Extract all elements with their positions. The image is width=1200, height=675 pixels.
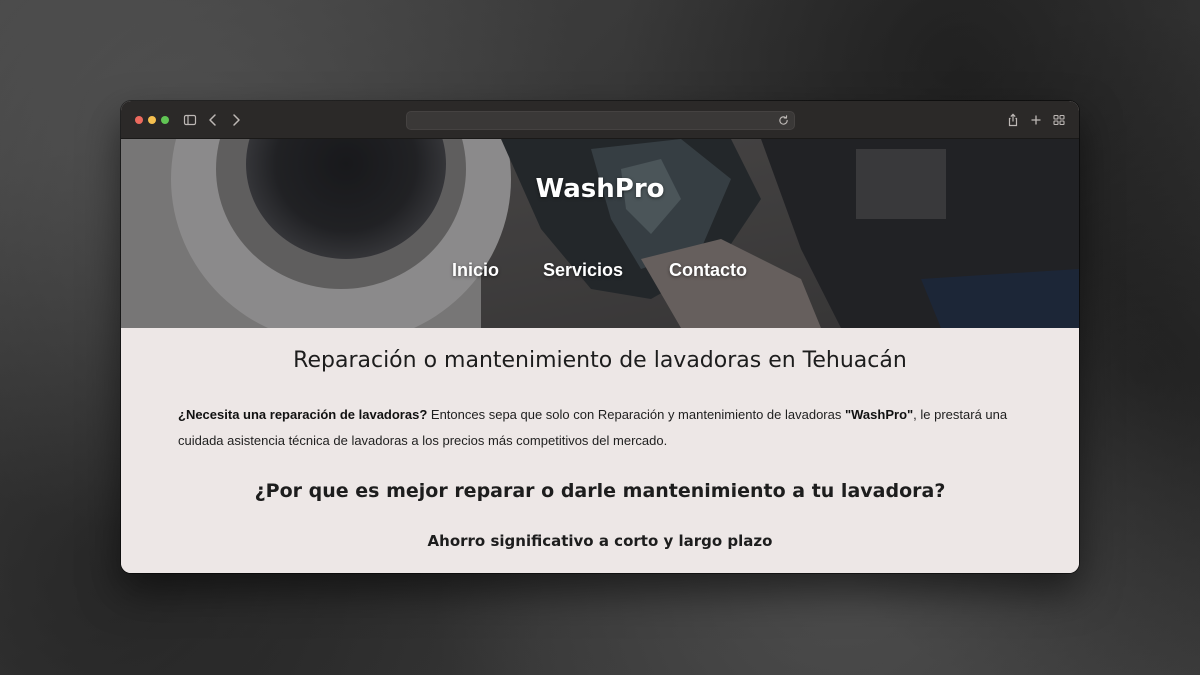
- close-window-button[interactable]: [135, 116, 143, 124]
- intro-text-1: Entonces sepa que solo con Reparación y …: [427, 407, 845, 422]
- intro-lead: ¿Necesita una reparación de lavadoras?: [178, 407, 428, 422]
- intro-brand: "WashPro": [844, 407, 914, 422]
- chevron-left-icon[interactable]: [205, 112, 221, 128]
- page-title: Reparación o mantenimiento de lavadoras …: [293, 348, 907, 373]
- sidebar-toggle-icon[interactable]: [182, 112, 198, 128]
- browser-window: WashPro Inicio Servicios Contacto Repara…: [121, 101, 1079, 573]
- intro-paragraph: ¿Necesita una reparación de lavadoras? E…: [178, 402, 1023, 454]
- maximize-window-button[interactable]: [161, 116, 169, 124]
- address-bar[interactable]: [406, 111, 795, 130]
- hero-overlay: [121, 139, 1079, 328]
- share-icon[interactable]: [1005, 112, 1021, 128]
- section-title: ¿Por que es mejor reparar o darle manten…: [254, 480, 946, 502]
- nav-link-inicio[interactable]: Inicio: [452, 260, 499, 281]
- plus-icon[interactable]: [1028, 112, 1044, 128]
- hero-banner: WashPro Inicio Servicios Contacto: [121, 139, 1079, 328]
- site-logo[interactable]: WashPro: [121, 174, 1079, 204]
- reload-icon[interactable]: [777, 114, 790, 127]
- minimize-window-button[interactable]: [148, 116, 156, 124]
- browser-toolbar: [121, 101, 1079, 139]
- tab-grid-icon[interactable]: [1051, 112, 1067, 128]
- main-content: Reparación o mantenimiento de lavadoras …: [121, 328, 1079, 573]
- nav-link-servicios[interactable]: Servicios: [543, 260, 623, 281]
- chevron-right-icon[interactable]: [228, 112, 244, 128]
- nav-link-contacto[interactable]: Contacto: [669, 260, 747, 281]
- benefit-heading: Ahorro significativo a corto y largo pla…: [427, 532, 773, 550]
- main-nav: Inicio Servicios Contacto: [121, 260, 1079, 284]
